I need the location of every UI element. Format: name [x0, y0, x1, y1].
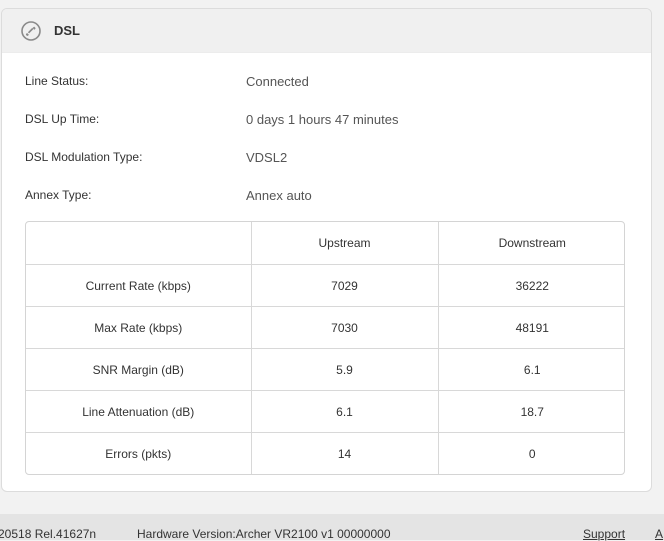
downstream-cell: 48191: [438, 306, 624, 349]
table-row: Line Attenuation (dB) 6.1 18.7: [26, 390, 624, 433]
row-label: Max Rate (kbps): [26, 306, 252, 349]
upstream-cell: 7029: [251, 264, 439, 307]
footer-cutoff-link[interactable]: A: [655, 527, 663, 541]
downstream-cell: 18.7: [438, 390, 624, 433]
dsl-uptime-label: DSL Up Time:: [25, 112, 100, 126]
column-header-upstream: Upstream: [251, 222, 439, 265]
panel-title: DSL: [54, 23, 80, 38]
hardware-version-text: Hardware Version:Archer VR2100 v1 000000…: [137, 527, 391, 541]
annex-type-label: Annex Type:: [25, 188, 92, 202]
line-status-value: Connected: [246, 73, 309, 89]
modulation-type-row: DSL Modulation Type: VDSL2: [25, 147, 287, 167]
dsl-stats-table: Upstream Downstream Current Rate (kbps) …: [25, 221, 625, 475]
downstream-cell: 36222: [438, 264, 624, 307]
annex-type-row: Annex Type: Annex auto: [25, 185, 312, 205]
column-header-downstream: Downstream: [438, 222, 624, 265]
table-header-row: Upstream Downstream: [26, 222, 624, 265]
upstream-cell: 5.9: [251, 348, 439, 391]
upstream-cell: 7030: [251, 306, 439, 349]
support-link[interactable]: Support: [583, 527, 625, 541]
column-header-blank: [26, 222, 252, 265]
dsl-uptime-value: 0 days 1 hours 47 minutes: [246, 111, 399, 127]
line-status-label: Line Status:: [25, 74, 89, 88]
row-label: Current Rate (kbps): [26, 264, 252, 307]
downstream-cell: 0: [528, 446, 536, 461]
line-status-row: Line Status: Connected: [25, 71, 309, 91]
panel-header: DSL: [2, 9, 651, 53]
footer-bar: 20518 Rel.41627n Hardware Version:Archer…: [0, 514, 664, 541]
phone-icon: [21, 20, 41, 41]
modulation-type-label: DSL Modulation Type:: [25, 150, 143, 164]
row-label: SNR Margin (dB): [26, 348, 252, 391]
modulation-type-value: VDSL2: [246, 149, 288, 165]
table-row: Errors (pkts) 14 0: [26, 432, 624, 474]
table-row: Current Rate (kbps) 7029 36222: [26, 264, 624, 307]
table-row: SNR Margin (dB) 5.9 6.1: [26, 348, 624, 391]
upstream-cell: 14: [251, 432, 439, 474]
annex-type-value: Annex auto: [246, 187, 312, 203]
firmware-version-text: 20518 Rel.41627n: [0, 527, 97, 541]
dsl-uptime-row: DSL Up Time: 0 days 1 hours 47 minutes: [25, 109, 398, 129]
dsl-panel: DSL Line Status: Connected DSL Up Time: …: [1, 8, 652, 492]
upstream-cell: 6.1: [251, 390, 439, 433]
row-label: Errors (pkts): [26, 432, 252, 474]
table-row: Max Rate (kbps) 7030 48191: [26, 306, 624, 349]
downstream-cell: 6.1: [438, 348, 624, 391]
row-label: Line Attenuation (dB): [26, 390, 252, 433]
